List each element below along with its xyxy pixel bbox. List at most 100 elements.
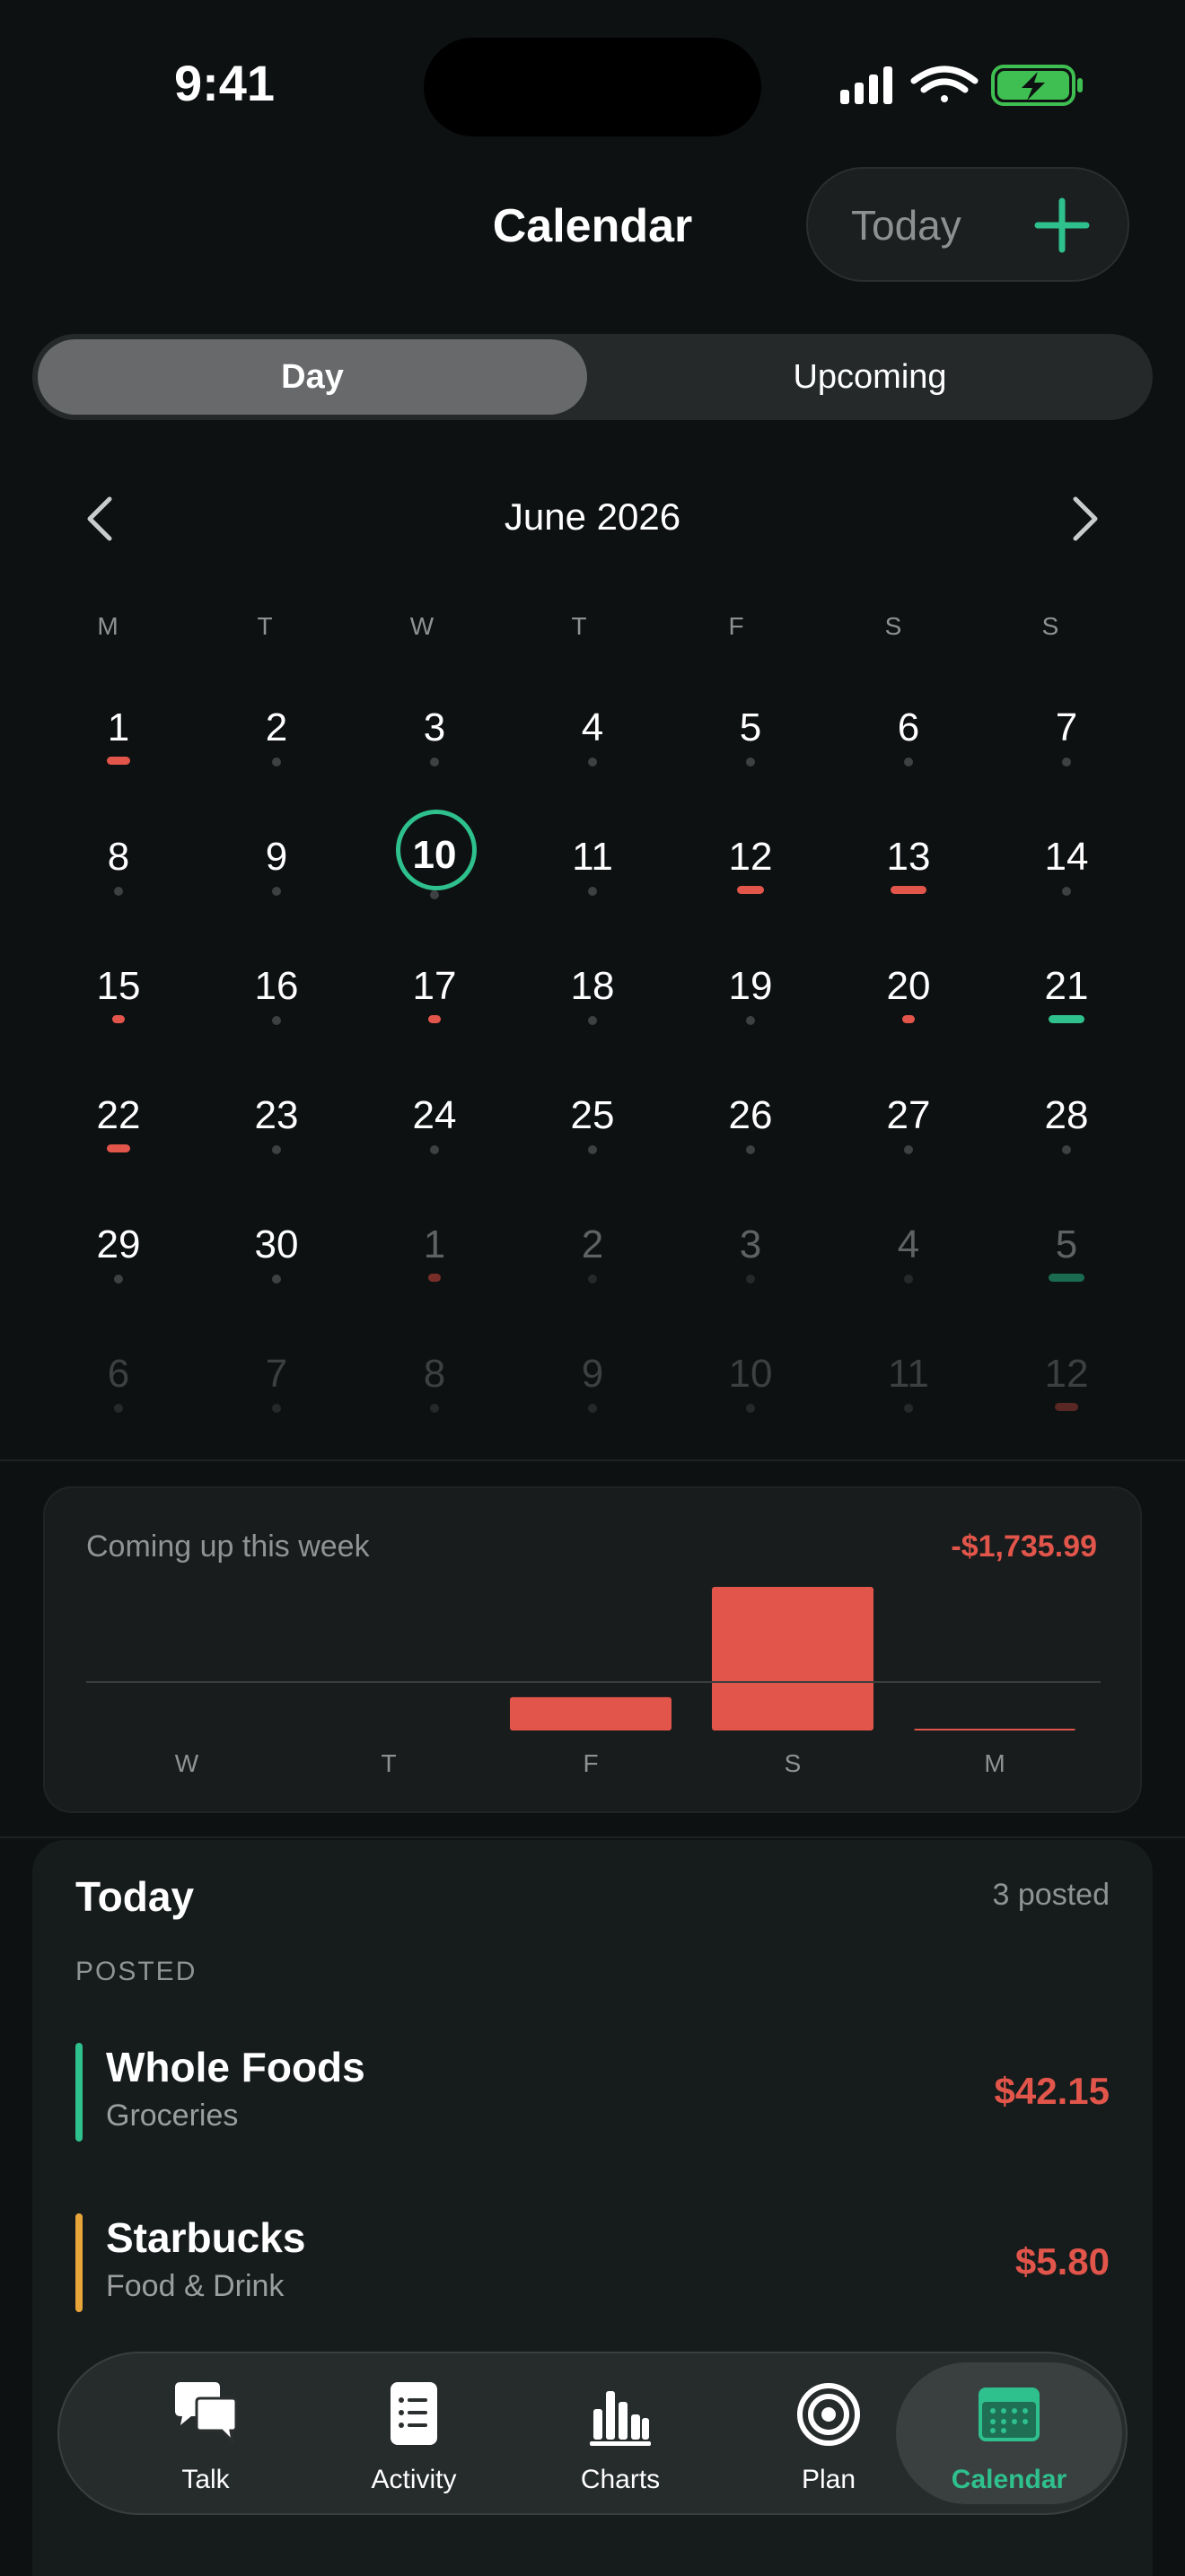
calendar-day[interactable]: 23	[198, 1093, 356, 1192]
calendar-day[interactable]: 18	[514, 964, 672, 1063]
calendar-day[interactable]: 24	[356, 1093, 514, 1192]
income-marker	[1049, 1015, 1084, 1023]
category-color-stripe	[75, 2213, 83, 2312]
transaction-category: Groceries	[106, 2098, 239, 2133]
calendar-day[interactable]: 11	[514, 835, 672, 933]
transaction-row[interactable]: Starbucks Food & Drink $5.80	[75, 2213, 1110, 2314]
day-dot	[588, 1404, 597, 1413]
weekday-label: S	[884, 612, 902, 640]
day-dot	[746, 1016, 755, 1025]
chevron-right-icon[interactable]	[1063, 492, 1108, 546]
calendar-day[interactable]: 5	[988, 1222, 1146, 1321]
calendar-day[interactable]: 25	[514, 1093, 672, 1192]
calendar-day[interactable]: 10	[672, 1352, 830, 1450]
segment-day[interactable]: Day	[38, 339, 587, 415]
signal-icon	[840, 66, 892, 104]
calendar-day-number: 7	[1055, 705, 1078, 749]
calendar-day[interactable]: 5	[672, 705, 830, 804]
day-dot	[272, 1016, 281, 1025]
calendar-day[interactable]: 6	[40, 1352, 198, 1450]
category-color-stripe	[75, 2043, 83, 2142]
calendar-day[interactable]: 4	[514, 705, 672, 804]
calendar-day[interactable]: 16	[198, 964, 356, 1063]
calendar-day-selected[interactable]: 10	[356, 810, 514, 933]
calendar-day[interactable]: 27	[830, 1093, 988, 1192]
calendar-day-number: 2	[581, 1222, 604, 1266]
calendar-day[interactable]: 2	[514, 1222, 672, 1321]
calendar-day-number: 9	[265, 835, 288, 879]
chart-bar	[712, 1587, 873, 1730]
chart-day-label: W	[175, 1749, 199, 1777]
day-dot	[430, 890, 439, 899]
expense-marker	[112, 1015, 125, 1023]
day-dot	[746, 1275, 755, 1284]
battery-charging-icon	[991, 65, 1083, 106]
calendar-day[interactable]: 15	[40, 964, 198, 1063]
calendar-day[interactable]: 29	[40, 1222, 198, 1321]
calendar-day-number: 26	[728, 1093, 773, 1137]
expense-marker	[1055, 1403, 1078, 1411]
calendar-day[interactable]: 4	[830, 1222, 988, 1321]
tab-charts[interactable]: Charts	[517, 2353, 724, 2513]
calendar-day[interactable]: 12	[672, 835, 830, 933]
tab-activity[interactable]: Activity	[311, 2353, 517, 2513]
calendar-day[interactable]: 26	[672, 1093, 830, 1192]
calendar-day[interactable]: 1	[356, 1222, 514, 1321]
calendar-day[interactable]: 13	[830, 835, 988, 933]
calendar-day[interactable]: 8	[356, 1352, 514, 1450]
expense-marker	[891, 886, 926, 894]
calendar-day[interactable]: 7	[988, 705, 1146, 804]
calendar-day[interactable]: 3	[672, 1222, 830, 1321]
calendar-day[interactable]: 8	[40, 835, 198, 933]
weekday-label: T	[257, 612, 273, 640]
calendar-day[interactable]: 12	[988, 1352, 1146, 1450]
calendar-day[interactable]: 1	[40, 705, 198, 804]
calendar-day[interactable]: 22	[40, 1093, 198, 1192]
calendar-day[interactable]: 3	[356, 705, 514, 804]
calendar-day[interactable]: 2	[198, 705, 356, 804]
calendar-day[interactable]: 7	[198, 1352, 356, 1450]
calendar-day-number: 16	[254, 964, 299, 1008]
dynamic-island	[424, 38, 761, 136]
calendar-day[interactable]: 20	[830, 964, 988, 1063]
weekday-label: T	[571, 612, 587, 640]
day-dot	[588, 1275, 597, 1284]
weekday-label: F	[728, 612, 744, 640]
calendar-day[interactable]: 21	[988, 964, 1146, 1063]
day-dot	[1062, 1145, 1071, 1154]
calendar-day[interactable]: 6	[830, 705, 988, 804]
calendar-day-number: 17	[412, 964, 457, 1008]
day-dot	[746, 758, 755, 767]
calendar-day[interactable]: 14	[988, 835, 1146, 933]
day-dot	[114, 1404, 123, 1413]
transaction-row[interactable]: Whole Foods Groceries $42.15	[75, 2043, 1110, 2143]
calendar-day[interactable]: 11	[830, 1352, 988, 1450]
tab-calendar[interactable]: Calendar	[896, 2362, 1122, 2504]
calendar-day[interactable]: 30	[198, 1222, 356, 1321]
plus-icon[interactable]	[1032, 196, 1092, 255]
day-dot	[430, 758, 439, 767]
calendar-day-number: 15	[96, 964, 141, 1008]
tab-talk[interactable]: Talk	[102, 2353, 309, 2513]
calendar-day-number: 6	[107, 1352, 130, 1396]
expense-marker	[902, 1015, 915, 1023]
calendar-day-number: 13	[886, 835, 931, 879]
posted-count: 3 posted	[992, 1878, 1110, 1912]
today-button[interactable]: Today	[806, 167, 1129, 282]
calendar-day-number: 18	[570, 964, 615, 1008]
calendar-day[interactable]: 28	[988, 1093, 1146, 1192]
tab-bar: Talk Activity Charts Plan Calendar	[57, 2352, 1128, 2515]
calendar-day[interactable]: 17	[356, 964, 514, 1063]
calendar-day-number: 12	[728, 835, 773, 879]
calendar-day[interactable]: 19	[672, 964, 830, 1063]
weekday-label: M	[97, 612, 118, 640]
calendar-day[interactable]: 9	[514, 1352, 672, 1450]
calendar-day-number: 7	[265, 1352, 288, 1396]
calendar-day[interactable]: 9	[198, 835, 356, 933]
transaction-amount: $5.80	[1014, 2240, 1110, 2282]
week-summary-card[interactable]: Coming up this week -$1,735.99 WTFSM	[43, 1486, 1142, 1813]
calendar-day-number: 10	[412, 833, 457, 877]
day-dot	[904, 758, 913, 767]
segment-upcoming[interactable]: Upcoming	[592, 339, 1147, 415]
calendar-day-number: 3	[739, 1222, 762, 1266]
